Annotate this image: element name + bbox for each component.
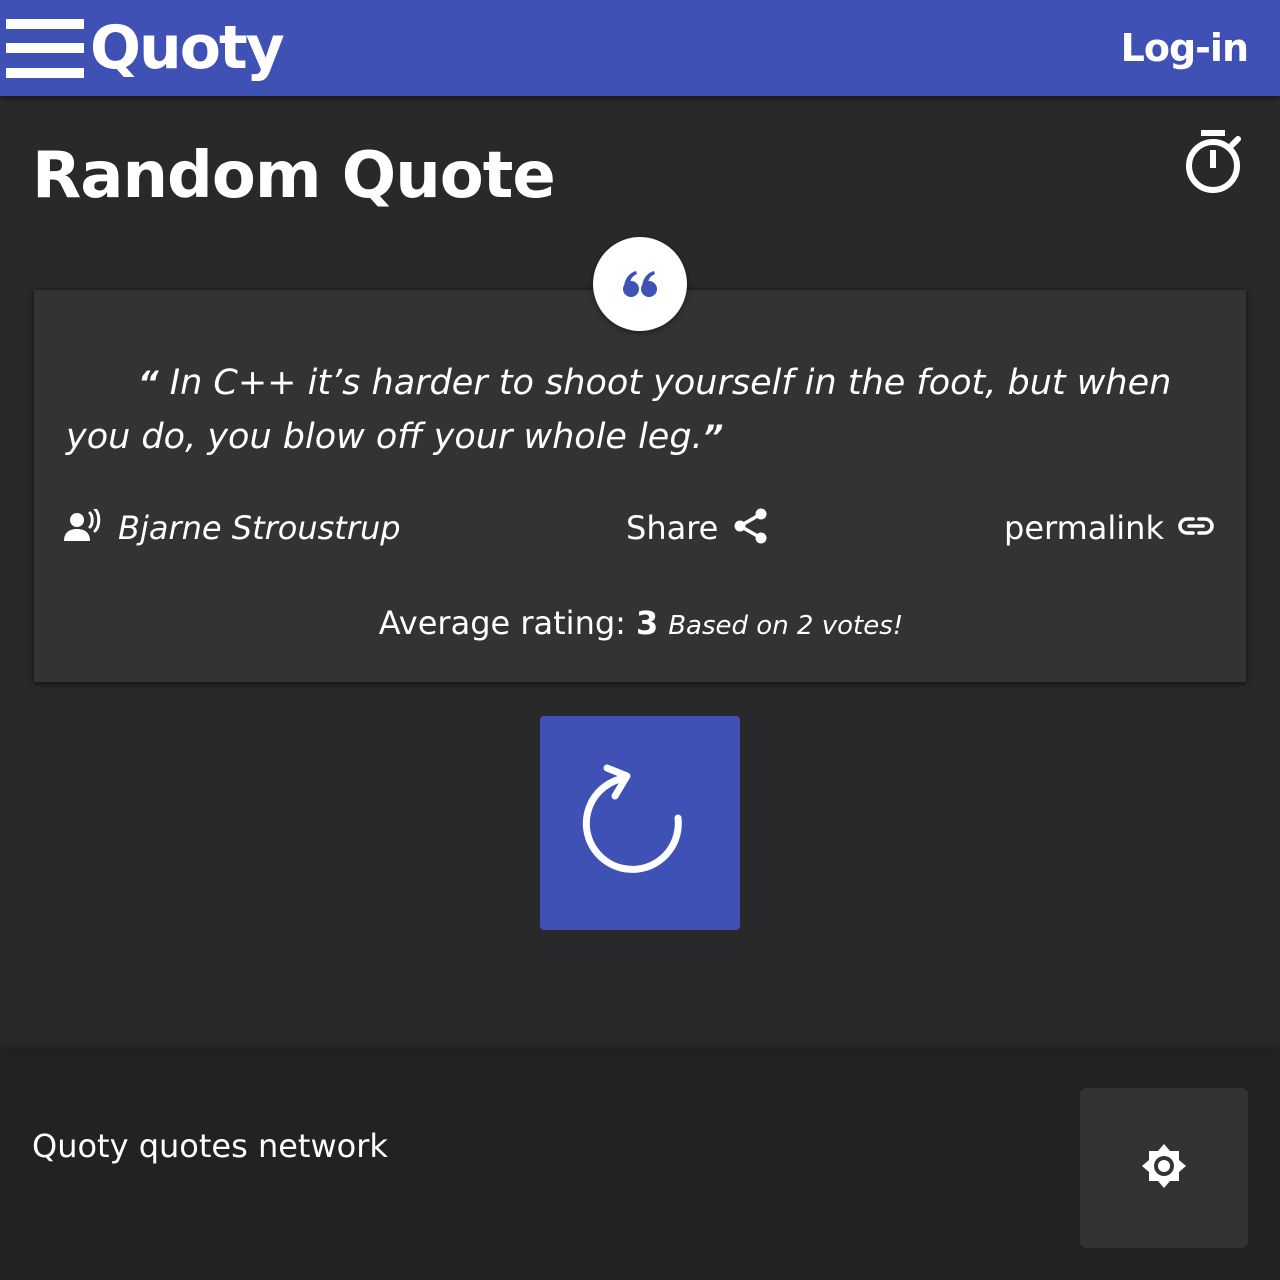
rating-value: 3	[635, 604, 659, 642]
share-label: Share	[626, 509, 719, 547]
permalink-label: permalink	[1004, 509, 1164, 547]
quote-text: “ In C++ it’s harder to shoot yourself i…	[66, 356, 1216, 464]
author-name: Bjarne Stroustrup	[118, 509, 401, 547]
quote-body: In C++ it’s harder to shoot yourself in …	[66, 363, 1172, 457]
quote-close-mark: ”	[702, 418, 724, 456]
app-logo[interactable]: Quoty	[90, 8, 285, 88]
share-button[interactable]: Share	[626, 500, 768, 556]
page-title: Random Quote	[32, 139, 556, 213]
page: Quoty Log-in Random Quote “ In C++ it’s …	[0, 0, 1280, 1280]
refresh-icon	[575, 756, 705, 890]
link-icon	[1178, 516, 1214, 540]
hamburger-menu-icon[interactable]	[6, 19, 84, 79]
top-app-bar: Quoty Log-in	[0, 0, 1280, 96]
rating-votes: Based on 2 votes!	[668, 611, 904, 641]
footer-text: Quoty quotes network	[32, 1127, 388, 1165]
record-voice-icon	[64, 507, 104, 547]
format-quote-icon	[593, 237, 687, 331]
brightness-icon	[1140, 1142, 1188, 1194]
average-rating: Average rating: 3 Based on 2 votes!	[0, 604, 1280, 654]
theme-toggle-button[interactable]	[1080, 1088, 1248, 1248]
author-link[interactable]: Bjarne Stroustrup	[64, 500, 401, 556]
refresh-button[interactable]	[540, 716, 740, 930]
permalink-button[interactable]: permalink	[1004, 500, 1214, 556]
timer-icon[interactable]	[1182, 128, 1244, 196]
login-button[interactable]: Log-in	[1121, 22, 1249, 74]
quote-open-mark: “	[138, 364, 159, 402]
rating-label: Average rating:	[378, 604, 626, 642]
share-icon	[734, 508, 768, 548]
